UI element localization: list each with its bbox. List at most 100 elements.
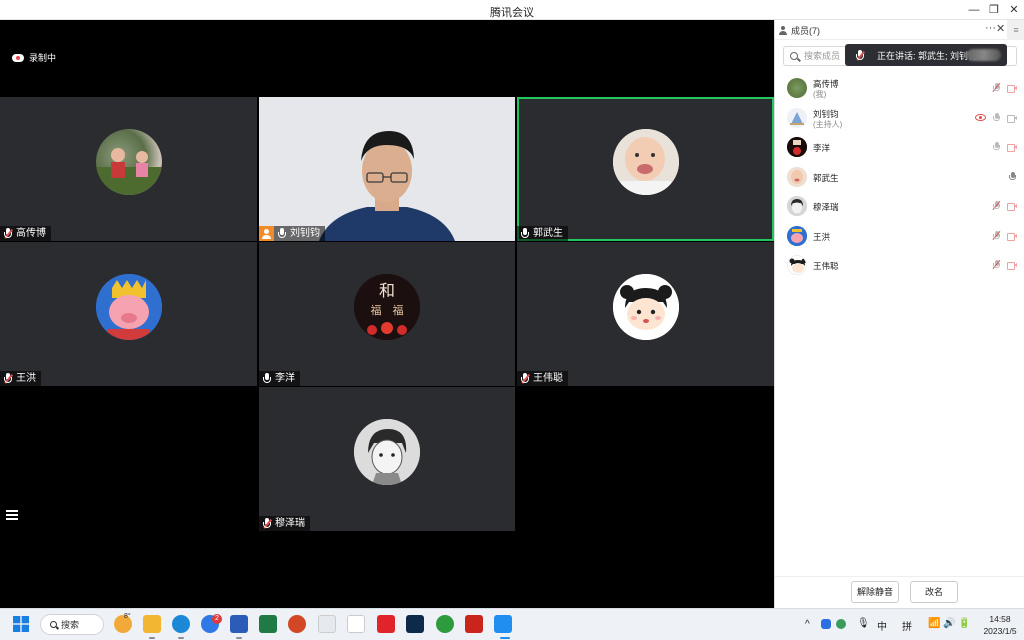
avatar-wanghong	[95, 274, 162, 340]
member-name: 王洪	[813, 231, 831, 242]
mic-muted-icon	[262, 518, 272, 529]
blurred-speaker	[967, 49, 1001, 61]
camera-off-icon[interactable]	[1007, 232, 1017, 241]
file-explorer-icon[interactable]	[143, 615, 161, 633]
powerpoint-icon[interactable]	[288, 615, 306, 633]
avatar	[787, 107, 807, 128]
video-tile-liyang[interactable]: 和福福 李洋	[259, 242, 515, 386]
camera-off-icon[interactable]	[1007, 144, 1017, 152]
nametag: 李洋	[259, 371, 300, 386]
mic-muted-icon[interactable]	[992, 230, 1001, 242]
edge-browser-icon[interactable]	[172, 615, 190, 633]
excel-icon[interactable]	[259, 615, 277, 633]
volume-icon[interactable]: 🔊	[943, 618, 955, 629]
camera-off-icon[interactable]	[1007, 85, 1017, 93]
mic-icon[interactable]	[992, 112, 1001, 124]
video-tile-muzerui[interactable]: 穆泽瑞	[259, 387, 515, 531]
more-options-button[interactable]: ···	[985, 22, 996, 34]
youdao-icon[interactable]	[377, 615, 395, 633]
members-icon	[779, 26, 788, 35]
video-tile-liuzhaojun[interactable]: 刘钊钧	[259, 97, 515, 241]
close-panel-button[interactable]: ✕	[996, 22, 1005, 35]
cloud-record-icon	[12, 53, 24, 62]
camera-off-icon[interactable]	[1007, 262, 1017, 270]
microphone-icon[interactable]: 🎙	[857, 618, 870, 629]
members-panel: 成员(7) ··· ✕ ≡ 正在讲话: 郭武生; 刘钊钧 高传博 (我) 刘钊钧…	[774, 20, 1024, 608]
video-tile-guowusheng[interactable]: 郭武生	[517, 97, 774, 241]
member-item[interactable]: 王伟聪	[775, 252, 1024, 282]
ime-mode[interactable]: 拼	[902, 618, 912, 633]
tencent-meeting-icon[interactable]	[494, 615, 512, 633]
green-app-icon[interactable]	[436, 615, 454, 633]
member-name: 王伟聪	[813, 261, 839, 271]
avatar-gaochuanbo	[95, 129, 162, 195]
host-icon	[259, 226, 274, 241]
mic-speaking-icon[interactable]	[1008, 171, 1017, 183]
member-item[interactable]: 王洪	[775, 223, 1024, 253]
ime-language[interactable]: 中	[877, 618, 887, 633]
rename-button[interactable]: 改名	[910, 581, 958, 603]
member-name: 李洋	[813, 143, 831, 153]
member-item[interactable]: 高传博 (我)	[775, 75, 1024, 105]
close-button[interactable]: ✕	[1004, 2, 1024, 18]
acrobat-icon[interactable]	[465, 615, 483, 633]
avatar-muzerui	[354, 419, 420, 485]
mic-muted-icon[interactable]	[992, 200, 1001, 212]
speaking-mic-icon	[855, 49, 865, 61]
recording-indicator[interactable]: 录制中	[12, 51, 56, 64]
camera-off-icon[interactable]	[1007, 203, 1017, 211]
mic-icon[interactable]	[992, 142, 1001, 153]
taskbar-search-label: 搜索	[61, 620, 80, 630]
participant-name: 王洪	[16, 373, 36, 384]
list-menu-button[interactable]	[6, 510, 18, 520]
svg-text:和: 和	[379, 281, 395, 300]
dictionary-icon[interactable]	[318, 615, 336, 633]
video-tile-wangweicong[interactable]: 王伟聪	[517, 242, 774, 386]
participant-name: 刘钊钧	[290, 228, 320, 239]
tray-app-icon[interactable]	[821, 619, 831, 629]
svg-text:福: 福	[371, 303, 382, 317]
mic-muted-icon	[520, 373, 530, 384]
screen-share-icon[interactable]	[975, 113, 986, 121]
chevron-up-icon[interactable]: ^	[805, 619, 810, 630]
recording-label: 录制中	[29, 53, 57, 63]
taskbar: 搜索 8° 2 ^ 🎙 中 拼 📶 🔊 🔋 14:58 2023/1/5	[0, 608, 1024, 640]
word-icon[interactable]	[230, 615, 248, 633]
speaking-tooltip: 正在讲话: 郭武生; 刘钊钧	[845, 44, 1007, 66]
system-clock[interactable]: 14:58 2023/1/5	[982, 613, 1018, 637]
mic-icon	[277, 228, 287, 239]
member-item[interactable]: 穆泽瑞	[775, 193, 1024, 223]
notification-badge: 2	[212, 614, 222, 624]
avatar	[787, 255, 807, 275]
taskbar-search[interactable]: 搜索	[40, 614, 104, 635]
minimize-button[interactable]: —	[964, 2, 984, 18]
mic-muted-icon	[3, 228, 13, 239]
nametag: 郭武生	[517, 226, 568, 241]
video-tile-gaochuanbo[interactable]: 高传博	[0, 97, 257, 241]
camera-icon[interactable]	[1007, 114, 1017, 123]
mic-muted-icon[interactable]	[992, 82, 1001, 94]
unmute-all-button[interactable]: 解除静音	[851, 581, 899, 603]
mic-muted-icon	[3, 373, 13, 384]
nametag: 王伟聪	[517, 371, 568, 386]
tray-app2-icon[interactable]	[836, 619, 846, 629]
window-title: 腾讯会议	[490, 7, 534, 19]
photoshop-icon[interactable]	[406, 615, 424, 633]
video-tile-wanghong[interactable]: 王洪	[0, 242, 257, 386]
start-windows-icon[interactable]	[13, 616, 29, 632]
video-stage: 录制中 高传博 刘钊钧 郭武生 王洪 和 福 福 李洋 王伟聪 穆泽瑞	[0, 20, 774, 608]
member-role: (我)	[813, 90, 827, 99]
participant-name: 高传博	[16, 228, 46, 239]
wifi-icon[interactable]: 📶	[928, 618, 940, 629]
mic-icon	[262, 373, 272, 384]
restore-button[interactable]: ❐	[984, 2, 1004, 18]
participant-name: 李洋	[275, 373, 295, 384]
member-item[interactable]: 李洋	[775, 134, 1024, 164]
avatar	[787, 225, 807, 246]
side-tab-button[interactable]: ≡	[1007, 20, 1024, 40]
battery-icon[interactable]: 🔋	[958, 618, 970, 629]
typora-icon[interactable]	[347, 615, 365, 633]
member-item[interactable]: 郭武生	[775, 164, 1024, 194]
member-item[interactable]: 刘钊钧 (主持人)	[775, 105, 1024, 135]
mic-muted-icon[interactable]	[992, 259, 1001, 271]
